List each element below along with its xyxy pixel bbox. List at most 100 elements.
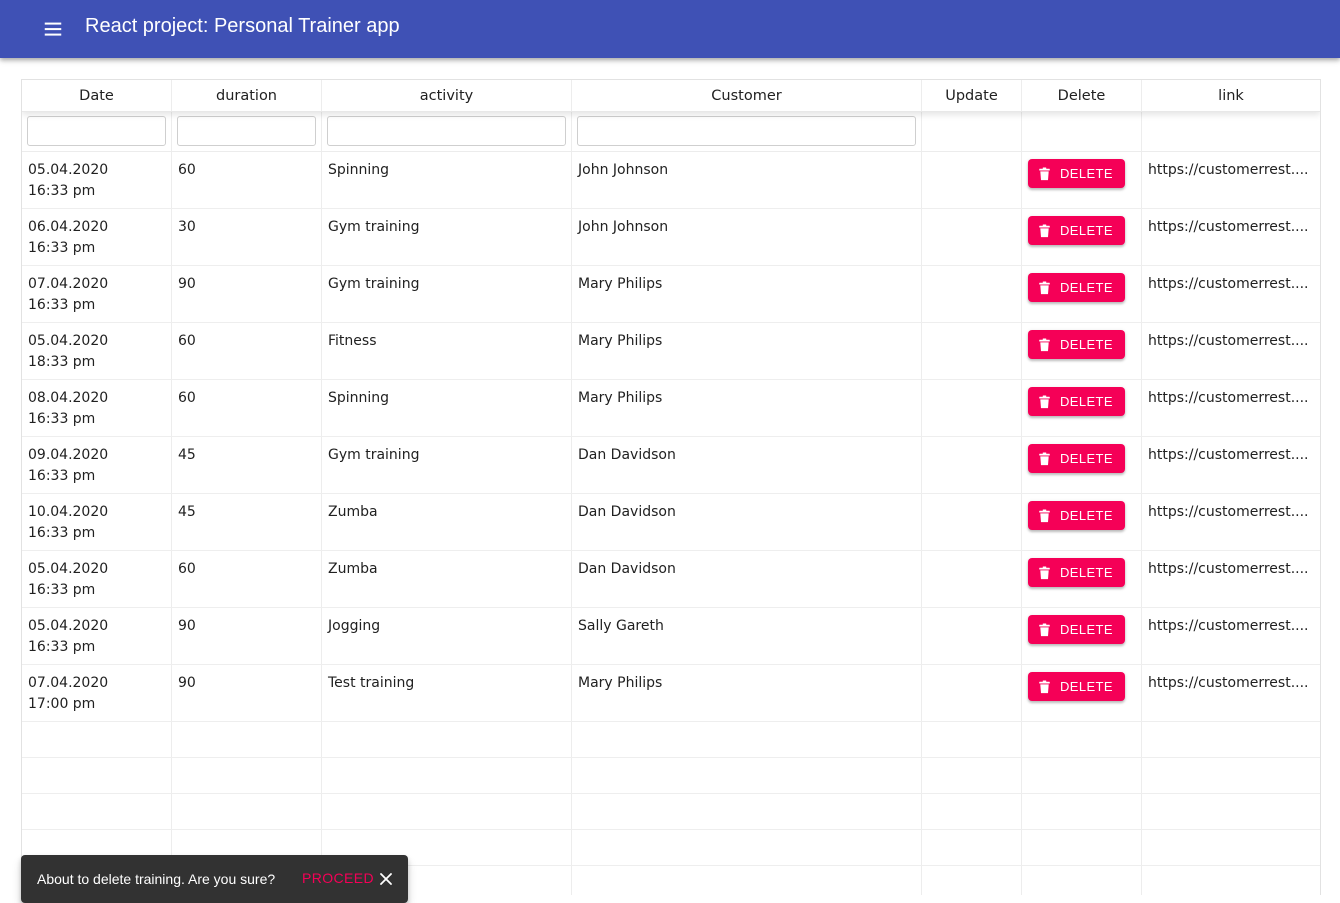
- trash-icon: [1039, 166, 1050, 180]
- delete-cell: DELETE: [1022, 608, 1142, 664]
- delete-cell: DELETE: [1022, 323, 1142, 379]
- delete-button[interactable]: DELETE: [1028, 615, 1125, 644]
- trash-icon: [1039, 451, 1050, 465]
- table-row: 05.04.2020 18:33 pm 60 Fitness Mary Philips D…: [22, 323, 1320, 380]
- date-value: 07.04.2020: [28, 675, 109, 691]
- empty-cell: [922, 794, 1022, 829]
- link-cell[interactable]: https://customerrest....: [1142, 152, 1320, 208]
- delete-button-label: DELETE: [1060, 508, 1113, 523]
- trash-icon: [1039, 337, 1050, 351]
- activity-cell: Zumba: [322, 494, 572, 550]
- update-cell: [922, 665, 1022, 721]
- time-value: 17:00 pm: [28, 696, 96, 712]
- delete-cell: DELETE: [1022, 437, 1142, 493]
- customer-cell: Dan Davidson: [572, 437, 922, 493]
- empty-row: [22, 758, 1320, 794]
- link-cell[interactable]: https://customerrest....: [1142, 323, 1320, 379]
- duration-cell: 90: [172, 608, 322, 664]
- customer-cell: John Johnson: [572, 209, 922, 265]
- column-header-update: Update: [922, 80, 1022, 111]
- date-cell: 07.04.2020 17:00 pm: [22, 665, 172, 721]
- empty-cell: [922, 722, 1022, 757]
- empty-cell: [1022, 794, 1142, 829]
- empty-cell: [922, 758, 1022, 793]
- table-row: 05.04.2020 16:33 pm 60 Spinning John Johnson…: [22, 152, 1320, 209]
- trash-icon: [1039, 280, 1050, 294]
- column-header-duration[interactable]: duration: [172, 80, 322, 111]
- customer-cell: John Johnson: [572, 152, 922, 208]
- link-cell[interactable]: https://customerrest....: [1142, 380, 1320, 436]
- page-title: React project: Personal Trainer app: [85, 15, 400, 37]
- link-cell[interactable]: https://customerrest....: [1142, 608, 1320, 664]
- empty-cell: [922, 866, 1022, 895]
- customer-cell: Sally Gareth: [572, 608, 922, 664]
- date-value: 10.04.2020: [28, 504, 109, 520]
- table-row: 07.04.2020 16:33 pm 90 Gym training Mary Phi…: [22, 266, 1320, 323]
- delete-button-label: DELETE: [1060, 223, 1113, 238]
- customer-filter-input[interactable]: [577, 116, 916, 146]
- date-cell: 05.04.2020 16:33 pm: [22, 152, 172, 208]
- trash-icon: [1039, 679, 1050, 693]
- customer-cell: Dan Davidson: [572, 494, 922, 550]
- close-icon: [380, 873, 392, 885]
- delete-button[interactable]: DELETE: [1028, 330, 1125, 359]
- empty-row: [22, 794, 1320, 830]
- update-cell: [922, 323, 1022, 379]
- empty-cell: [172, 758, 322, 793]
- link-cell[interactable]: https://customerrest....: [1142, 551, 1320, 607]
- filter-row: [22, 112, 1320, 152]
- duration-filter-input[interactable]: [177, 116, 316, 146]
- proceed-button[interactable]: PROCEED: [302, 870, 374, 886]
- link-cell[interactable]: https://customerrest....: [1142, 437, 1320, 493]
- delete-button[interactable]: DELETE: [1028, 672, 1125, 701]
- update-cell: [922, 380, 1022, 436]
- delete-button-label: DELETE: [1060, 451, 1113, 466]
- date-value: 05.04.2020: [28, 162, 109, 178]
- delete-button[interactable]: DELETE: [1028, 216, 1125, 245]
- link-cell[interactable]: https://customerrest....: [1142, 494, 1320, 550]
- empty-cell: [1022, 758, 1142, 793]
- snackbar-close-button[interactable]: [377, 870, 395, 888]
- customer-cell: Mary Philips: [572, 665, 922, 721]
- delete-button[interactable]: DELETE: [1028, 501, 1125, 530]
- delete-button[interactable]: DELETE: [1028, 387, 1125, 416]
- time-value: 16:33 pm: [28, 525, 96, 541]
- grid-header: Date duration activity Customer Update D…: [22, 80, 1320, 112]
- date-cell: 05.04.2020 18:33 pm: [22, 323, 172, 379]
- activity-cell: Test training: [322, 665, 572, 721]
- menu-button[interactable]: [35, 11, 71, 47]
- delete-button[interactable]: DELETE: [1028, 159, 1125, 188]
- customer-cell: Mary Philips: [572, 323, 922, 379]
- date-filter-input[interactable]: [27, 116, 166, 146]
- trainings-grid: Date duration activity Customer Update D…: [21, 79, 1321, 895]
- empty-cell: [922, 830, 1022, 865]
- update-cell: [922, 608, 1022, 664]
- empty-cell: [22, 722, 172, 757]
- empty-cell: [1022, 866, 1142, 895]
- menu-icon: [44, 22, 62, 36]
- empty-cell: [1142, 758, 1320, 793]
- update-cell: [922, 266, 1022, 322]
- duration-cell: 30: [172, 209, 322, 265]
- duration-cell: 45: [172, 494, 322, 550]
- customer-cell: Dan Davidson: [572, 551, 922, 607]
- link-cell[interactable]: https://customerrest....: [1142, 665, 1320, 721]
- column-header-customer[interactable]: Customer: [572, 80, 922, 111]
- empty-cell: [22, 758, 172, 793]
- empty-cell: [572, 758, 922, 793]
- empty-row: [22, 722, 1320, 758]
- delete-button[interactable]: DELETE: [1028, 558, 1125, 587]
- column-header-date[interactable]: Date: [22, 80, 172, 111]
- delete-button[interactable]: DELETE: [1028, 273, 1125, 302]
- trash-icon: [1039, 565, 1050, 579]
- link-cell[interactable]: https://customerrest....: [1142, 266, 1320, 322]
- link-cell[interactable]: https://customerrest....: [1142, 209, 1320, 265]
- delete-button[interactable]: DELETE: [1028, 444, 1125, 473]
- delete-cell: DELETE: [1022, 551, 1142, 607]
- column-header-activity[interactable]: activity: [322, 80, 572, 111]
- time-value: 16:33 pm: [28, 411, 96, 427]
- trash-icon: [1039, 622, 1050, 636]
- time-value: 16:33 pm: [28, 297, 96, 313]
- empty-cell: [172, 722, 322, 757]
- activity-filter-input[interactable]: [327, 116, 566, 146]
